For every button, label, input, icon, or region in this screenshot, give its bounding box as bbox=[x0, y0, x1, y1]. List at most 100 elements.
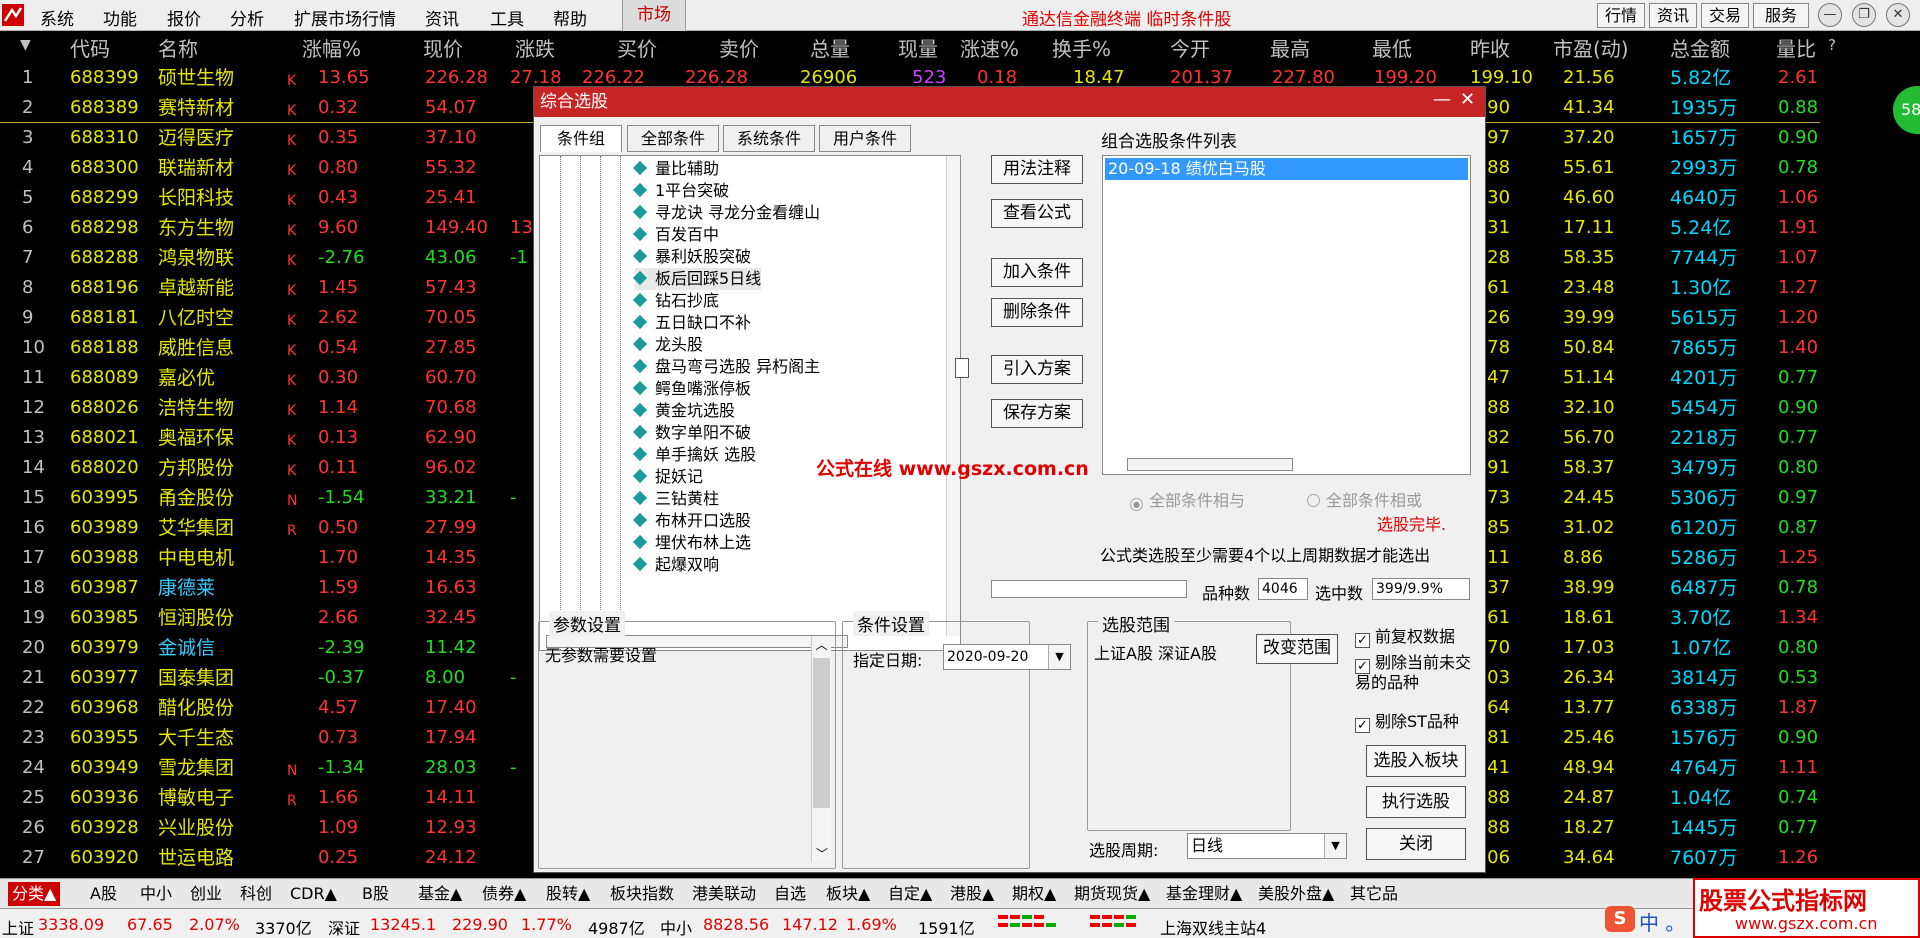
chevron-down-icon[interactable]: ▼ bbox=[1048, 645, 1070, 669]
tab-category-17[interactable]: 期货现货▲ bbox=[1070, 882, 1154, 906]
menu-system[interactable]: 系统 bbox=[40, 5, 74, 30]
col-volume-ratio[interactable]: 量比 bbox=[1776, 33, 1816, 62]
tab-category-7[interactable]: 基金▲ bbox=[414, 882, 466, 906]
col-pe[interactable]: 市盈(动) bbox=[1553, 33, 1629, 62]
date-picker[interactable]: 2020-09-20 ▼ bbox=[943, 644, 1071, 670]
col-low[interactable]: 最低 bbox=[1372, 33, 1412, 62]
col-change[interactable]: 涨跌 bbox=[515, 33, 555, 62]
server-name[interactable]: 上海双线主站4 bbox=[1160, 915, 1266, 938]
col-high[interactable]: 最高 bbox=[1270, 33, 1310, 62]
formula-tree-item[interactable]: 暴利妖股突破 bbox=[632, 246, 751, 268]
execute-selection-button[interactable]: 执行选股 bbox=[1366, 786, 1466, 818]
tab-category-6[interactable]: B股 bbox=[358, 882, 393, 906]
formula-tree-item[interactable]: 起爆双响 bbox=[632, 554, 719, 576]
minimize-icon[interactable]: — bbox=[1818, 3, 1842, 27]
close-icon[interactable]: ✕ bbox=[1886, 3, 1910, 27]
col-amount[interactable]: 总金额 bbox=[1670, 33, 1730, 62]
formula-tree-item[interactable]: 钻石抄底 bbox=[632, 290, 719, 312]
app-logo-icon[interactable] bbox=[2, 4, 24, 26]
tab-category-20[interactable]: 其它品 bbox=[1346, 882, 1402, 906]
formula-tree-item[interactable]: 数字单阳不破 bbox=[632, 422, 751, 444]
import-plan-button[interactable]: 引入方案 bbox=[991, 355, 1083, 384]
param-scrollbar[interactable]: ︿ ﹀ bbox=[811, 636, 831, 862]
delete-condition-button[interactable]: 删除条件 bbox=[991, 298, 1083, 327]
news-mode-button[interactable]: 资讯 bbox=[1649, 3, 1697, 28]
tab-category-10[interactable]: 板块指数 bbox=[606, 882, 678, 906]
tab-category-2[interactable]: 中小 bbox=[136, 882, 176, 906]
checkbox-checked-icon[interactable]: ✓ bbox=[1355, 718, 1370, 733]
restore-icon[interactable]: ❐ bbox=[1852, 3, 1876, 27]
col-open[interactable]: 今开 bbox=[1170, 33, 1210, 62]
formula-tree-item[interactable]: 黄金坑选股 bbox=[632, 400, 735, 422]
col-prev-close[interactable]: 昨收 bbox=[1470, 33, 1510, 62]
param-scroll-thumb[interactable] bbox=[813, 658, 830, 808]
tab-category-18[interactable]: 基金理财▲ bbox=[1162, 882, 1246, 906]
tab-category-19[interactable]: 美股外盘▲ bbox=[1254, 882, 1338, 906]
tab-condition-group[interactable]: 条件组 bbox=[540, 125, 622, 152]
checkbox-exclude-st[interactable]: ✓ 剔除ST品种 bbox=[1355, 708, 1459, 733]
tab-category-14[interactable]: 自定▲ bbox=[884, 882, 936, 906]
tab-user-conditions[interactable]: 用户条件 bbox=[819, 125, 911, 152]
menu-analysis[interactable]: 分析 bbox=[230, 5, 264, 30]
col-price[interactable]: 现价 bbox=[423, 33, 463, 62]
formula-tree-item[interactable]: 埋伏布林上选 bbox=[632, 532, 751, 554]
formula-tree-item[interactable]: 百发百中 bbox=[632, 224, 719, 246]
tab-system-conditions[interactable]: 系统条件 bbox=[723, 125, 815, 152]
add-condition-button[interactable]: 加入条件 bbox=[991, 258, 1083, 287]
dialog-titlebar[interactable]: 综合选股 bbox=[534, 87, 1485, 117]
formula-tree[interactable]: 量比辅助 1平台突破 寻龙诀 寻龙分金看缠山 百发百中 暴利妖股突破 板后回踩5日线 钻石抄… bbox=[539, 155, 961, 651]
formula-tree-item[interactable]: 鳄鱼嘴涨停板 bbox=[632, 378, 751, 400]
menu-news[interactable]: 资讯 bbox=[425, 5, 459, 30]
radio-or[interactable]: 全部条件相或 bbox=[1307, 487, 1422, 511]
tab-category-13[interactable]: 板块▲ bbox=[822, 882, 874, 906]
checkbox-adjusted-price[interactable]: ✓ 前复权数据 bbox=[1355, 623, 1455, 648]
formula-tree-item[interactable]: 寻龙诀 寻龙分金看缠山 bbox=[632, 202, 820, 224]
tab-category-9[interactable]: 股转▲ bbox=[542, 882, 594, 906]
tree-splitter-handle[interactable] bbox=[955, 358, 969, 378]
tab-category-15[interactable]: 港股▲ bbox=[946, 882, 998, 906]
checkbox-checked-icon[interactable]: ✓ bbox=[1355, 659, 1370, 674]
usage-notes-button[interactable]: 用法注释 bbox=[991, 155, 1083, 184]
menu-market[interactable]: 市场 bbox=[622, 0, 686, 31]
service-mode-button[interactable]: 服务 bbox=[1753, 3, 1809, 28]
tab-category-4[interactable]: 科创 bbox=[236, 882, 276, 906]
radio-and[interactable]: ● 全部条件相与 bbox=[1130, 487, 1245, 511]
col-ask[interactable]: 卖价 bbox=[719, 33, 759, 62]
condition-list[interactable]: 20-09-18 绩优白马股 bbox=[1102, 155, 1471, 475]
sort-arrow-icon[interactable]: ▼ bbox=[20, 37, 31, 53]
col-change-pct[interactable]: 涨幅% bbox=[302, 33, 361, 62]
condition-list-item[interactable]: 20-09-18 绩优白马股 bbox=[1105, 158, 1468, 180]
ime-status[interactable]: 中 。 bbox=[1639, 907, 1685, 936]
checkbox-exclude-untraded[interactable]: ✓ 剔除当前未交易的品种 bbox=[1355, 654, 1475, 691]
tab-category-16[interactable]: 期权▲ bbox=[1008, 882, 1060, 906]
tab-all-conditions[interactable]: 全部条件 bbox=[627, 125, 719, 152]
menu-tools[interactable]: 工具 bbox=[490, 5, 524, 30]
menu-help[interactable]: 帮助 bbox=[553, 5, 587, 30]
close-dialog-button[interactable]: 关闭 bbox=[1366, 828, 1466, 860]
col-name[interactable]: 名称 bbox=[158, 33, 198, 62]
tab-category-5[interactable]: CDR▲ bbox=[286, 882, 341, 906]
dialog-close-icon[interactable]: ✕ bbox=[1460, 89, 1475, 110]
formula-tree-item[interactable]: 五日缺口不补 bbox=[632, 312, 751, 334]
tab-category-1[interactable]: A股 bbox=[86, 882, 121, 906]
add-to-block-button[interactable]: 选股入板块 bbox=[1366, 745, 1466, 777]
col-code[interactable]: 代码 bbox=[70, 33, 110, 62]
help-icon[interactable]: ? bbox=[1828, 36, 1836, 54]
save-plan-button[interactable]: 保存方案 bbox=[991, 399, 1083, 428]
tab-category-0[interactable]: 分类▲ bbox=[8, 882, 61, 906]
ime-sogou-icon[interactable]: S bbox=[1605, 906, 1635, 932]
col-volume[interactable]: 总量 bbox=[810, 33, 850, 62]
formula-tree-item[interactable]: 单手擒妖 选股 bbox=[632, 444, 756, 466]
quote-mode-button[interactable]: 行情 bbox=[1597, 3, 1645, 28]
tab-category-8[interactable]: 债券▲ bbox=[478, 882, 530, 906]
dialog-minimize-icon[interactable]: — bbox=[1433, 89, 1451, 110]
tab-category-11[interactable]: 港美联动 bbox=[688, 882, 760, 906]
checkbox-checked-icon[interactable]: ✓ bbox=[1355, 633, 1370, 648]
formula-tree-item[interactable]: 三钻黄柱 bbox=[632, 488, 719, 510]
formula-tree-item[interactable]: 盘马弯弓选股 异朽阁主 bbox=[632, 356, 820, 378]
col-speed[interactable]: 涨速% bbox=[960, 33, 1019, 62]
view-formula-button[interactable]: 查看公式 bbox=[991, 199, 1083, 228]
tab-category-3[interactable]: 创业 bbox=[186, 882, 226, 906]
formula-tree-item[interactable]: 量比辅助 bbox=[632, 158, 719, 180]
menu-quote[interactable]: 报价 bbox=[167, 5, 201, 30]
